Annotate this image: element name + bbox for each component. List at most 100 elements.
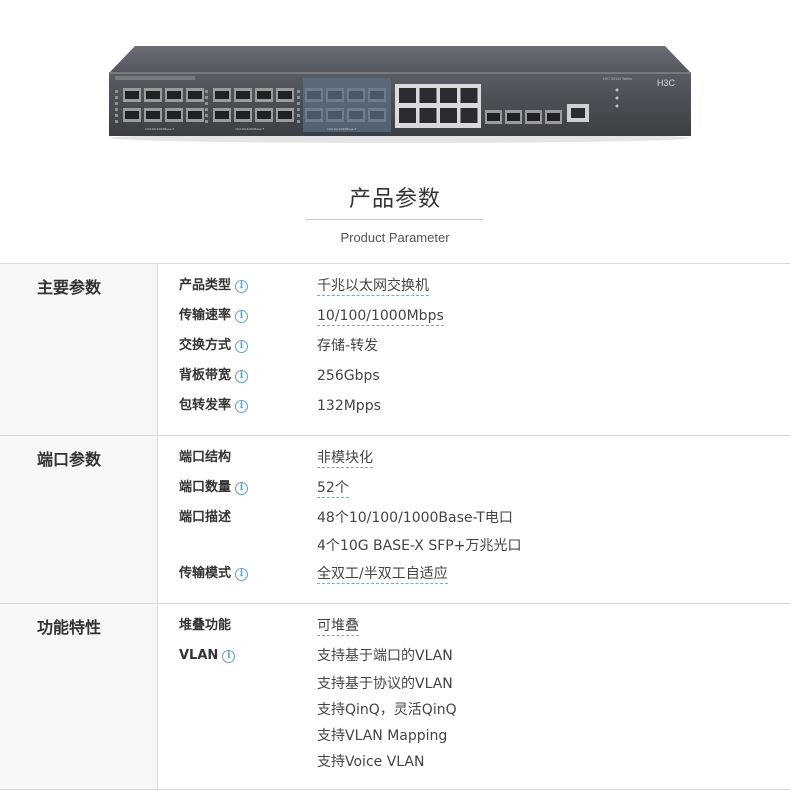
- spec-value-text: 132Mpps: [317, 398, 381, 414]
- spec-row: 堆叠功能 可堆叠: [158, 611, 790, 641]
- spec-row-label-text: 传输模式: [179, 566, 232, 581]
- spec-value: 存储-转发: [317, 331, 378, 361]
- spec-section-label: 功能特性: [0, 604, 158, 789]
- info-icon[interactable]: i: [235, 481, 249, 495]
- spec-row-values: 可堆叠: [317, 611, 359, 641]
- spec-value-link[interactable]: 可堆叠: [317, 611, 359, 641]
- section-heading-subtitle: Product Parameter: [340, 230, 450, 245]
- spec-row-values: 48个10/100/1000Base-T电口 4个10G BASE-X SFP+万…: [317, 503, 521, 559]
- spec-row-label: 传输速率 i: [158, 301, 317, 331]
- spec-row-label: 包转发率 i: [158, 391, 317, 421]
- spec-value: 支持基于协议的VLAN: [317, 671, 457, 697]
- spec-row-label: 堆叠功能: [158, 611, 317, 641]
- series-text: H3C S5130 Series: [603, 77, 632, 81]
- spec-value-text: 支持基于协议的VLAN: [317, 676, 453, 692]
- spec-row-values: 千兆以太网交换机: [317, 271, 429, 301]
- spec-value: 4个10G BASE-X SFP+万兆光口: [317, 533, 521, 559]
- spec-row-values: 256Gbps: [317, 361, 380, 391]
- spec-value-text: 非模块化: [317, 450, 373, 468]
- spec-row: 交换方式 i 存储-转发: [158, 331, 790, 361]
- spec-row-values: 非模块化: [317, 443, 373, 473]
- spec-row: 传输模式 i 全双工/半双工自适应: [158, 559, 790, 589]
- spec-row: 背板带宽 i 256Gbps: [158, 361, 790, 391]
- spec-value: 支持VLAN Mapping: [317, 723, 457, 749]
- spec-row-label-text: 交换方式: [179, 338, 232, 353]
- heading-divider: [306, 219, 483, 220]
- spec-value-text: 支持Voice VLAN: [317, 754, 425, 770]
- spec-row-label: VLAN i: [158, 641, 317, 671]
- spec-section-body: 产品类型 i 千兆以太网交换机 传输速率 i 10/100/1000Mbps 交换方式 i 存储…: [158, 264, 790, 435]
- spec-value: 256Gbps: [317, 361, 380, 391]
- spec-row-label: 传输模式 i: [158, 559, 317, 589]
- spec-row: 端口数量 i 52个: [158, 473, 790, 503]
- spec-value-text: 可堆叠: [317, 618, 359, 636]
- spec-row-label-text: 背板带宽: [179, 368, 232, 383]
- spec-value-link[interactable]: 10/100/1000Mbps: [317, 301, 444, 331]
- spec-row-values: 52个: [317, 473, 349, 503]
- port-group-label: 10/100/1000Base-T: [327, 127, 356, 131]
- spec-value-link[interactable]: 非模块化: [317, 443, 373, 473]
- spec-row-values: 全双工/半双工自适应: [317, 559, 448, 589]
- brand-logo-text: H3C: [657, 78, 676, 88]
- switch-product-image: H3C H3C S5130 Series 10/100/1000Base-T 10…: [109, 46, 691, 143]
- spec-value-text: 10/100/1000Mbps: [317, 308, 444, 326]
- spec-value-text: 支持QinQ，灵活QinQ: [317, 702, 457, 718]
- spec-row-label-text: 端口描述: [179, 510, 232, 525]
- spec-value-text: 48个10/100/1000Base-T电口: [317, 510, 513, 526]
- spec-row-label-text: 传输速率: [179, 308, 232, 323]
- spec-section-label: 主要参数: [0, 264, 158, 435]
- spec-value-link[interactable]: 千兆以太网交换机: [317, 271, 429, 301]
- spec-row-label-text: 端口结构: [179, 450, 232, 465]
- spec-row: 端口结构 非模块化: [158, 443, 790, 473]
- spec-row-label-text: 包转发率: [179, 398, 232, 413]
- spec-value-text: 支持基于端口的VLAN: [317, 648, 453, 664]
- spec-row-label: 产品类型 i: [158, 271, 317, 301]
- info-icon[interactable]: i: [235, 339, 249, 353]
- spec-row-label: 端口数量 i: [158, 473, 317, 503]
- info-icon[interactable]: i: [235, 567, 249, 581]
- spec-section: 主要参数 产品类型 i 千兆以太网交换机 传输速率 i 10/100/1000Mbps 交换方…: [0, 264, 790, 436]
- spec-row-label: 端口结构: [158, 443, 317, 473]
- spec-row-values: 132Mpps: [317, 391, 381, 421]
- port-group-label: 10/100/1000Base-T: [145, 127, 174, 131]
- spec-value: 48个10/100/1000Base-T电口: [317, 503, 521, 533]
- spec-value: 支持QinQ，灵活QinQ: [317, 697, 457, 723]
- spec-table: 主要参数 产品类型 i 千兆以太网交换机 传输速率 i 10/100/1000Mbps 交换方…: [0, 263, 790, 790]
- spec-row: 产品类型 i 千兆以太网交换机: [158, 271, 790, 301]
- spec-value-text: 千兆以太网交换机: [317, 278, 429, 296]
- spec-row-label-text: 堆叠功能: [179, 618, 232, 633]
- info-icon[interactable]: i: [222, 649, 236, 663]
- spec-row-values: 10/100/1000Mbps: [317, 301, 444, 331]
- spec-value: 支持Voice VLAN: [317, 749, 457, 775]
- spec-value-text: 全双工/半双工自适应: [317, 566, 448, 584]
- spec-row-label: 交换方式 i: [158, 331, 317, 361]
- spec-row: 传输速率 i 10/100/1000Mbps: [158, 301, 790, 331]
- spec-row-label-text: 产品类型: [179, 278, 232, 293]
- spec-section: 端口参数 端口结构 非模块化 端口数量 i 52个 端口描述 48个10/100/1000Ba…: [0, 436, 790, 604]
- spec-value-text: 支持VLAN Mapping: [317, 728, 448, 744]
- spec-section-body: 堆叠功能 可堆叠 VLAN i 支持基于端口的VLAN 支持基于协议的VLAN 支持QinQ…: [158, 604, 790, 789]
- spec-row-label: 背板带宽 i: [158, 361, 317, 391]
- spec-value-text: 256Gbps: [317, 368, 380, 384]
- spec-row-label: 端口描述: [158, 503, 317, 533]
- spec-section: 功能特性 堆叠功能 可堆叠 VLAN i 支持基于端口的VLAN 支持基于协议的VLAN 支持…: [0, 604, 790, 790]
- spec-row-values: 存储-转发: [317, 331, 378, 361]
- info-icon[interactable]: i: [235, 309, 249, 323]
- spec-row: VLAN i 支持基于端口的VLAN 支持基于协议的VLAN 支持QinQ，灵活QinQ…: [158, 641, 790, 775]
- spec-section-body: 端口结构 非模块化 端口数量 i 52个 端口描述 48个10/100/1000Base-T…: [158, 436, 790, 603]
- spec-section-label: 端口参数: [0, 436, 158, 603]
- spec-value-text: 52个: [317, 480, 349, 498]
- spec-row-label-text: VLAN: [179, 648, 219, 663]
- section-heading-title: 产品参数: [348, 187, 441, 212]
- info-icon[interactable]: i: [235, 279, 249, 293]
- info-icon[interactable]: i: [235, 399, 249, 413]
- spec-value-link[interactable]: 52个: [317, 473, 349, 503]
- spec-value-link[interactable]: 全双工/半双工自适应: [317, 559, 448, 589]
- port-group-label: 10/100/1000Base-T: [235, 127, 264, 131]
- info-icon[interactable]: i: [235, 369, 249, 383]
- spec-value: 132Mpps: [317, 391, 381, 421]
- spec-row: 端口描述 48个10/100/1000Base-T电口 4个10G BASE-X S…: [158, 503, 790, 559]
- spec-row-label-text: 端口数量: [179, 480, 232, 495]
- spec-row-values: 支持基于端口的VLAN 支持基于协议的VLAN 支持QinQ，灵活QinQ 支持VLA…: [317, 641, 457, 775]
- spec-value-text: 4个10G BASE-X SFP+万兆光口: [317, 538, 522, 554]
